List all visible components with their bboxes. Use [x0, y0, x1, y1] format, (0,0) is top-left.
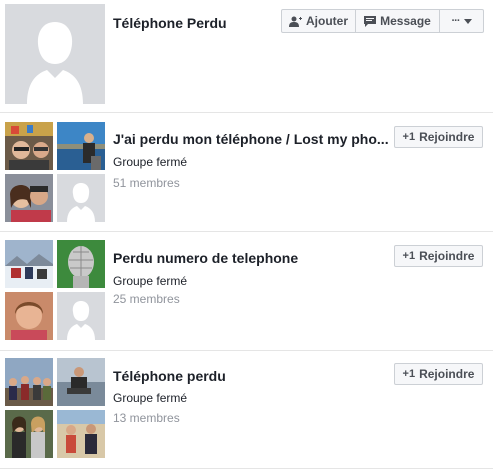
join-group-button[interactable]: +1 Rejoindre [394, 126, 483, 148]
default-profile-silhouette-icon [57, 292, 105, 340]
message-icon [364, 15, 377, 27]
group-name[interactable]: Perdu numero de telephone [113, 250, 298, 266]
member-photo [57, 410, 105, 458]
member-photo [57, 358, 105, 406]
join-group-button[interactable]: +1 Rejoindre [394, 245, 483, 267]
group-result: Perdu numero de telephone Groupe fermé 2… [0, 232, 493, 350]
group-result: J'ai perdu mon téléphone / Lost my pho..… [0, 113, 493, 231]
group-member-count: 25 membres [113, 292, 180, 306]
join-label: Rejoindre [419, 249, 475, 263]
join-plus-one-icon: +1 [402, 368, 416, 380]
member-photo [57, 240, 105, 288]
group-photo-grid[interactable] [5, 240, 105, 340]
profile-name[interactable]: Téléphone Perdu [113, 15, 227, 31]
add-friend-icon [289, 16, 302, 27]
result-divider [0, 468, 493, 469]
add-friend-button[interactable]: Ajouter [281, 9, 356, 33]
member-photo [5, 174, 53, 222]
group-member-count: 51 membres [113, 176, 180, 190]
join-plus-one-icon: +1 [402, 131, 416, 143]
group-photo-grid[interactable] [5, 358, 105, 458]
group-member-count: 13 membres [113, 411, 180, 425]
profile-actions: Ajouter Message ··· [281, 9, 484, 33]
group-privacy: Groupe fermé [113, 391, 188, 405]
join-plus-one-icon: +1 [402, 250, 416, 262]
join-group-button[interactable]: +1 Rejoindre [394, 363, 483, 385]
member-photo [5, 122, 53, 170]
member-photo-placeholder [57, 174, 105, 222]
message-label: Message [380, 14, 431, 28]
join-label: Rejoindre [419, 367, 475, 381]
group-privacy: Groupe fermé [113, 155, 188, 169]
profile-result: Téléphone Perdu Ajouter Message ··· [0, 0, 493, 112]
group-privacy: Groupe fermé [113, 274, 188, 288]
default-profile-silhouette-icon [5, 4, 105, 104]
group-result: Téléphone perdu Groupe fermé 13 membres … [0, 351, 493, 469]
member-photo [57, 122, 105, 170]
default-profile-silhouette-icon [57, 174, 105, 222]
member-photo [5, 410, 53, 458]
group-name[interactable]: J'ai perdu mon téléphone / Lost my pho..… [113, 131, 389, 147]
member-photo-placeholder [57, 292, 105, 340]
group-photo-grid[interactable] [5, 122, 105, 222]
more-icon: ··· [451, 15, 461, 27]
group-name[interactable]: Téléphone perdu [113, 368, 226, 384]
member-photo [5, 358, 53, 406]
profile-avatar[interactable] [5, 4, 105, 104]
join-label: Rejoindre [419, 130, 475, 144]
member-photo [5, 240, 53, 288]
message-button[interactable]: Message [356, 9, 440, 33]
member-photo [5, 292, 53, 340]
more-options-button[interactable]: ··· [440, 9, 484, 33]
add-friend-label: Ajouter [306, 14, 348, 28]
dropdown-arrow-icon [463, 18, 472, 24]
